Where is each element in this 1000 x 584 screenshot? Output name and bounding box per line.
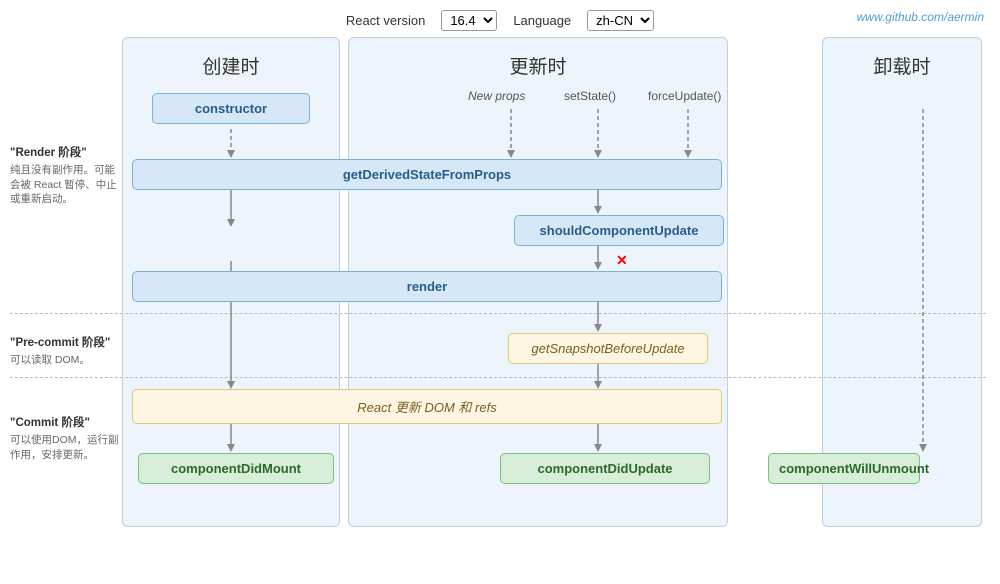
component-did-update-label: componentDidUpdate [500, 453, 710, 484]
component-did-mount-box: componentDidMount [138, 453, 334, 484]
should-component-update-label: shouldComponentUpdate [514, 215, 724, 246]
get-derived-state-box: getDerivedStateFromProps [132, 159, 722, 190]
language-select[interactable]: zh-CN en [587, 10, 654, 31]
render-annotation-title: "Render 阶段" [10, 145, 120, 161]
lifecycle-diagram: 创建时 更新时 卸载时 [118, 37, 986, 527]
render-box: render [132, 271, 722, 302]
constructor-label: constructor [152, 93, 310, 124]
precommit-annotation-title: "Pre-commit 阶段" [10, 335, 120, 351]
component-will-unmount-label: componentWillUnmount [768, 453, 920, 484]
get-derived-state-label: getDerivedStateFromProps [132, 159, 722, 190]
forceupdate-label: forceUpdate() [648, 89, 721, 103]
render-annotation-desc: 纯且没有副作用。可能会被 React 暂停、中止或重新启动。 [10, 163, 120, 207]
separator-precommit [10, 313, 986, 314]
commit-annotation: "Commit 阶段" 可以使用DOM，运行副作用，安排更新。 [10, 415, 120, 462]
react-version-label: React version [346, 13, 425, 28]
render-label: render [132, 271, 722, 302]
react-update-dom-label: React 更新 DOM 和 refs [132, 389, 722, 424]
separator-commit [10, 377, 986, 378]
github-link: www.github.com/aermin [857, 10, 984, 24]
language-label: Language [513, 13, 571, 28]
get-snapshot-label: getSnapshotBeforeUpdate [508, 333, 708, 364]
setstate-label: setState() [564, 89, 616, 103]
react-update-dom-box: React 更新 DOM 和 refs [132, 389, 722, 424]
update-column-title: 更新时 [349, 38, 727, 87]
constructor-box: constructor [152, 93, 310, 124]
component-did-mount-label: componentDidMount [138, 453, 334, 484]
new-props-label: New props [468, 89, 525, 103]
render-annotation: "Render 阶段" 纯且没有副作用。可能会被 React 暂停、中止或重新启… [10, 145, 120, 207]
component-will-unmount-box: componentWillUnmount [768, 453, 920, 484]
precommit-annotation-desc: 可以读取 DOM。 [10, 353, 120, 368]
unmount-column-title: 卸载时 [823, 38, 981, 87]
commit-annotation-title: "Commit 阶段" [10, 415, 120, 431]
commit-annotation-desc: 可以使用DOM，运行副作用，安排更新。 [10, 433, 120, 462]
top-bar: React version 16.4 16.3 Language zh-CN e… [0, 0, 1000, 37]
should-component-update-box: shouldComponentUpdate [514, 215, 724, 246]
create-column-title: 创建时 [123, 38, 339, 87]
get-snapshot-box: getSnapshotBeforeUpdate [508, 333, 708, 364]
component-did-update-box: componentDidUpdate [500, 453, 710, 484]
precommit-annotation: "Pre-commit 阶段" 可以读取 DOM。 [10, 335, 120, 368]
react-version-select[interactable]: 16.4 16.3 [441, 10, 497, 31]
